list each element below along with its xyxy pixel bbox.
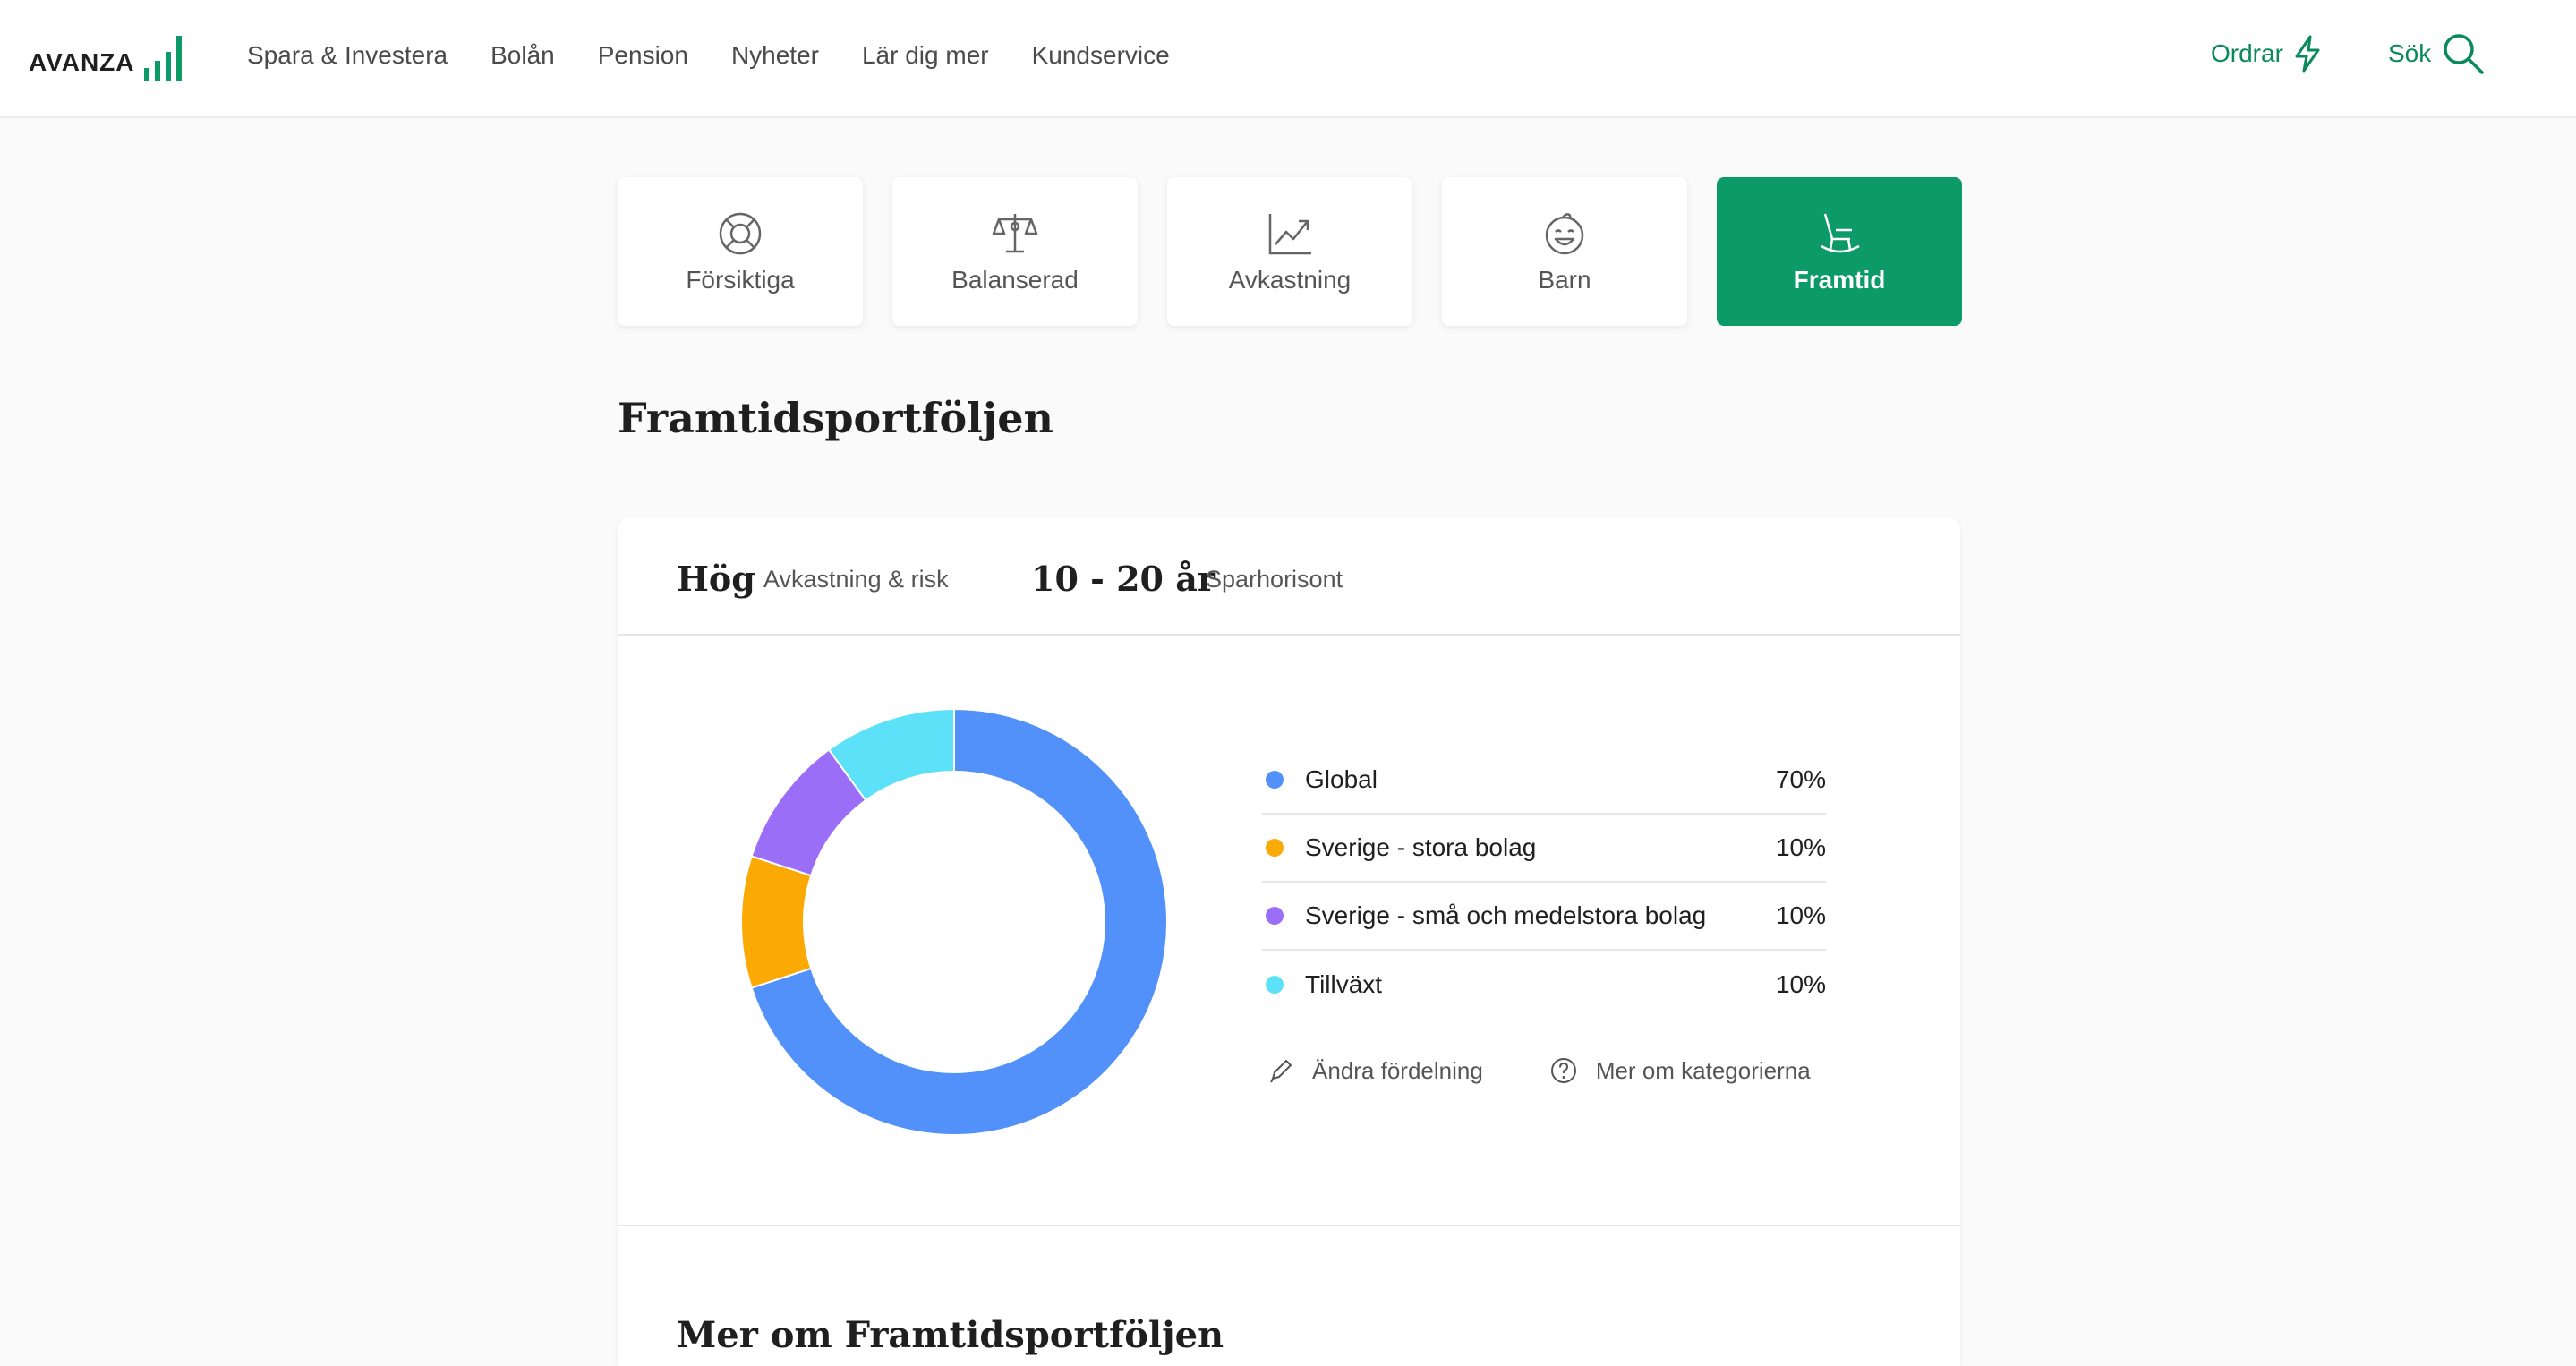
legend-dot xyxy=(1266,839,1284,857)
logo-text: AVANZA xyxy=(29,48,135,76)
tab-balanserad[interactable]: Balanserad xyxy=(892,177,1138,326)
tab-label: Försiktiga xyxy=(686,266,795,294)
tab-framtid[interactable]: Framtid xyxy=(1717,177,1962,326)
orders-label: Ordrar xyxy=(2211,39,2283,67)
search-label: Sök xyxy=(2388,39,2432,67)
search-button[interactable]: Sök xyxy=(2388,27,2486,81)
allocation-legend: Global 70% Sverige - stora bolag 10% Sve… xyxy=(1262,747,1826,1019)
legend-row-sverige-stora: Sverige - stora bolag 10% xyxy=(1262,815,1826,883)
legend-row-sverige-sma: Sverige - små och medelstora bolag 10% xyxy=(1262,883,1826,951)
tab-forsiktiga[interactable]: Försiktiga xyxy=(618,177,863,326)
portfolio-tabs: Försiktiga Balanserad Avkastning Barn Fr… xyxy=(618,177,1962,326)
scale-icon xyxy=(992,214,1038,253)
horizon-value: 10 - 20 år xyxy=(1031,559,1215,599)
more-about-categories-label: Mer om kategorierna xyxy=(1595,1056,1811,1084)
pencil-icon xyxy=(1270,1060,1292,1083)
tab-barn[interactable]: Barn xyxy=(1442,177,1687,326)
legend-percent: 10% xyxy=(1775,833,1826,861)
page-title: Framtidsportföljen xyxy=(618,394,1053,442)
avanza-logo[interactable]: AVANZA xyxy=(29,27,187,81)
legend-dot xyxy=(1266,976,1284,994)
nav-bolan[interactable]: Bolån xyxy=(490,34,555,77)
lifebuoy-icon xyxy=(719,212,762,255)
more-about-title: Mer om Framtidsportföljen xyxy=(677,1314,1224,1356)
legend-percent: 10% xyxy=(1775,901,1826,929)
donut-slice-sverige-stora xyxy=(740,855,813,989)
legend-dot xyxy=(1266,907,1284,925)
allocation-donut-chart xyxy=(740,707,1168,1136)
tab-avkastning[interactable]: Avkastning xyxy=(1167,177,1412,326)
tab-label: Avkastning xyxy=(1228,266,1352,294)
risk-value: Hög xyxy=(677,559,755,599)
more-about-categories-link[interactable]: Mer om kategorierna xyxy=(1549,1056,1811,1085)
legend-row-tillvaxt: Tillväxt 10% xyxy=(1262,951,1826,1019)
main-nav: Spara & Investera Bolån Pension Nyheter … xyxy=(247,34,1213,77)
nav-spara-investera[interactable]: Spara & Investera xyxy=(247,34,448,77)
card-divider xyxy=(618,1225,1960,1226)
legend-dot xyxy=(1266,771,1284,789)
edit-allocation-link[interactable]: Ändra fördelning xyxy=(1267,1057,1483,1085)
legend-percent: 10% xyxy=(1775,970,1826,998)
legend-name: Sverige - stora bolag xyxy=(1305,833,1537,861)
nav-kundservice[interactable]: Kundservice xyxy=(1032,34,1170,77)
nav-lar-dig-mer[interactable]: Lär dig mer xyxy=(862,34,989,77)
tab-label: Framtid xyxy=(1793,266,1886,294)
nav-nyheter[interactable]: Nyheter xyxy=(731,34,819,77)
legend-name: Sverige - små och medelstora bolag xyxy=(1305,901,1707,929)
card-actions: Ändra fördelning Mer om kategorierna xyxy=(1267,1056,1877,1085)
legend-name: Global xyxy=(1305,765,1378,793)
legend-row-global: Global 70% xyxy=(1262,747,1826,815)
help-circle-icon xyxy=(1550,1058,1576,1083)
lightning-icon xyxy=(2295,35,2320,73)
search-icon xyxy=(2444,34,2484,74)
top-header: AVANZA Spara & Investera Bolån Pension N… xyxy=(0,0,2576,118)
legend-name: Tillväxt xyxy=(1305,970,1383,998)
portfolio-card: Hög Avkastning & risk 10 - 20 år Sparhor… xyxy=(618,517,1960,1366)
legend-percent: 70% xyxy=(1775,765,1826,793)
risk-label: Avkastning & risk xyxy=(763,566,949,593)
nav-pension[interactable]: Pension xyxy=(598,34,688,77)
card-header: Hög Avkastning & risk 10 - 20 år Sparhor… xyxy=(618,517,1960,636)
chart-up-icon xyxy=(1268,214,1311,255)
rocking-chair-icon xyxy=(1821,213,1860,253)
baby-icon xyxy=(1545,213,1584,255)
logo-bars-icon xyxy=(143,36,182,81)
tab-label: Barn xyxy=(1538,266,1591,294)
horizon-label: Sparhorisont xyxy=(1206,566,1343,593)
edit-allocation-label: Ändra fördelning xyxy=(1312,1056,1483,1084)
orders-button[interactable]: Ordrar xyxy=(2211,27,2323,81)
tab-label: Balanserad xyxy=(951,266,1079,294)
